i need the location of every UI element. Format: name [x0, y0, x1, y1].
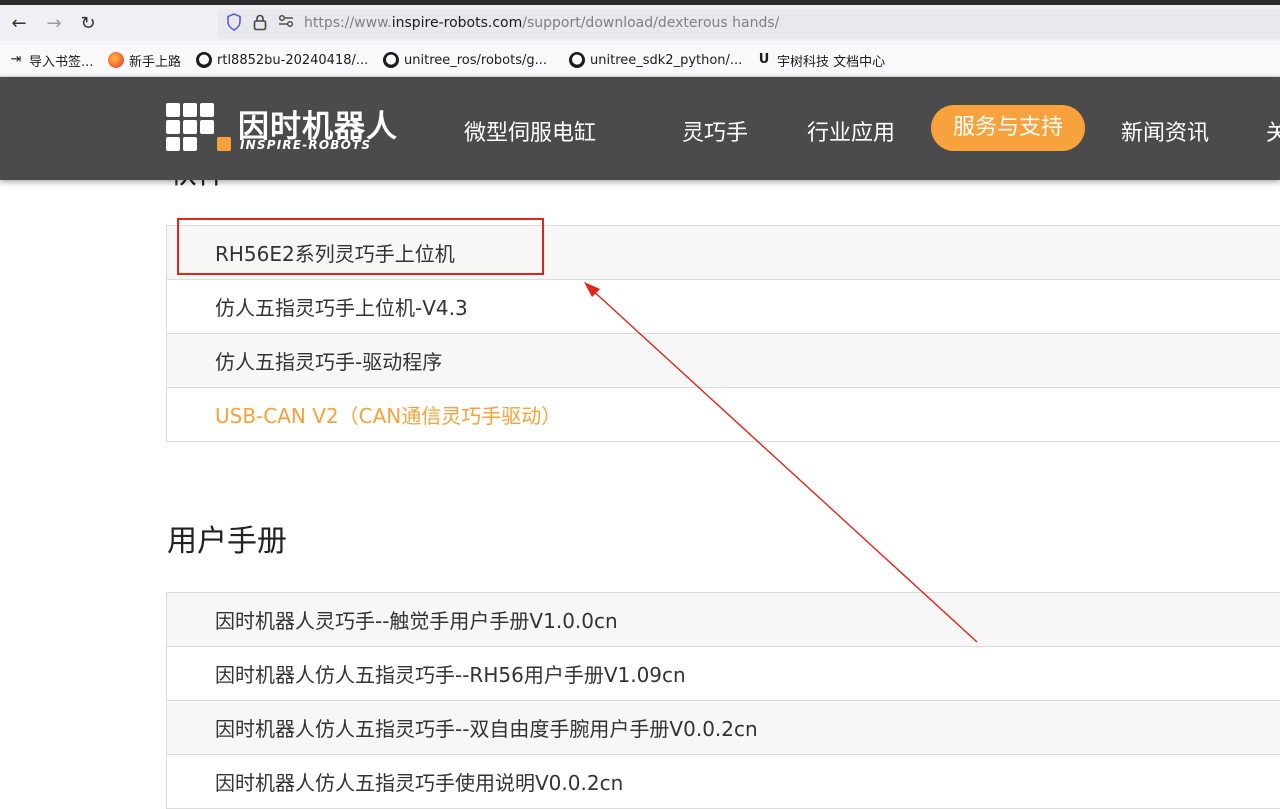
manuals-section-title: 用户手册: [167, 524, 287, 559]
manuals-list: 因时机器人灵巧手--触觉手用户手册V1.0.0cn 因时机器人仿人五指灵巧手--…: [166, 592, 1280, 809]
github-icon: ●: [383, 52, 399, 68]
menu-about[interactable]: 关: [1266, 115, 1280, 147]
menu-dexterous-hands[interactable]: 灵巧手: [682, 115, 748, 147]
logo-text-en: INSPIRE-ROBOTS: [240, 138, 372, 152]
lock-icon[interactable]: [250, 13, 270, 35]
permissions-icon[interactable]: [276, 13, 296, 35]
annotation-highlight-box: [177, 218, 544, 275]
shield-icon[interactable]: [224, 13, 244, 35]
menu-industry-applications[interactable]: 行业应用: [807, 115, 895, 147]
reload-icon[interactable]: ↻: [77, 13, 99, 35]
url-bar[interactable]: https://www.inspire-robots.com/support/d…: [218, 9, 1280, 39]
url-host: inspire-robots.com: [391, 15, 523, 31]
github-icon: ●: [196, 52, 212, 68]
forward-arrow-icon[interactable]: →: [43, 13, 65, 35]
list-item[interactable]: USB-CAN V2（CAN通信灵巧手驱动）: [167, 388, 1280, 442]
github-icon: ●: [569, 52, 585, 68]
list-item[interactable]: 因时机器人仿人五指灵巧手使用说明V0.0.2cn: [167, 755, 1280, 809]
url-text[interactable]: https://www.inspire-robots.com/support/d…: [304, 15, 779, 31]
import-icon: ⇥: [10, 52, 22, 67]
bookmark-label: unitree_ros/robots/g...: [404, 52, 548, 68]
bookmark-unitree-ros[interactable]: ● unitree_ros/robots/g...: [383, 50, 547, 70]
logo-grid-icon: [166, 103, 234, 153]
bookmark-unitree-docs[interactable]: U 宇树科技 文档中心: [756, 50, 885, 70]
firefox-icon: [108, 52, 124, 68]
bookmark-label: 导入书签...: [29, 54, 94, 70]
bookmark-rtl8852bu[interactable]: ● rtl8852bu-20240418/...: [196, 50, 368, 70]
bookmark-label: 新手上路: [129, 54, 182, 70]
url-path: /support/download/dexterous hands/: [522, 15, 780, 31]
list-item[interactable]: 仿人五指灵巧手-驱动程序: [167, 334, 1280, 388]
url-prefix: https://www.: [304, 15, 392, 31]
back-arrow-icon[interactable]: ←: [8, 13, 30, 35]
list-item[interactable]: 仿人五指灵巧手上位机-V4.3: [167, 280, 1280, 334]
menu-servo-cylinders[interactable]: 微型伺服电缸: [464, 115, 596, 147]
unitree-icon: U: [758, 52, 770, 67]
bookmark-getting-started[interactable]: 新手上路: [108, 50, 181, 70]
list-item[interactable]: 因时机器人仿人五指灵巧手--RH56用户手册V1.09cn: [167, 647, 1280, 701]
site-logo[interactable]: 因时机器人 INSPIRE-ROBOTS: [166, 103, 406, 155]
menu-news[interactable]: 新闻资讯: [1121, 115, 1209, 147]
bookmarks-toolbar: ⇥ 导入书签... 新手上路 ● rtl8852bu-20240418/... …: [0, 41, 1280, 77]
list-item[interactable]: 因时机器人仿人五指灵巧手--双自由度手腕用户手册V0.0.2cn: [167, 701, 1280, 755]
bookmark-import[interactable]: ⇥ 导入书签...: [8, 50, 94, 70]
site-header: 因时机器人 INSPIRE-ROBOTS 微型伺服电缸 灵巧手 行业应用 服务与…: [0, 77, 1280, 180]
bookmark-label: rtl8852bu-20240418/...: [217, 52, 369, 68]
list-item[interactable]: 因时机器人灵巧手--触觉手用户手册V1.0.0cn: [167, 593, 1280, 647]
bookmark-label: 宇树科技 文档中心: [777, 54, 886, 70]
bookmark-unitree-sdk2-python[interactable]: ● unitree_sdk2_python/...: [569, 50, 742, 70]
menu-service-support[interactable]: 服务与支持: [931, 105, 1086, 151]
browser-navbar: ← → ↻ https://www.inspire-robots.com/sup…: [0, 5, 1280, 41]
bookmark-label: unitree_sdk2_python/...: [590, 52, 743, 68]
